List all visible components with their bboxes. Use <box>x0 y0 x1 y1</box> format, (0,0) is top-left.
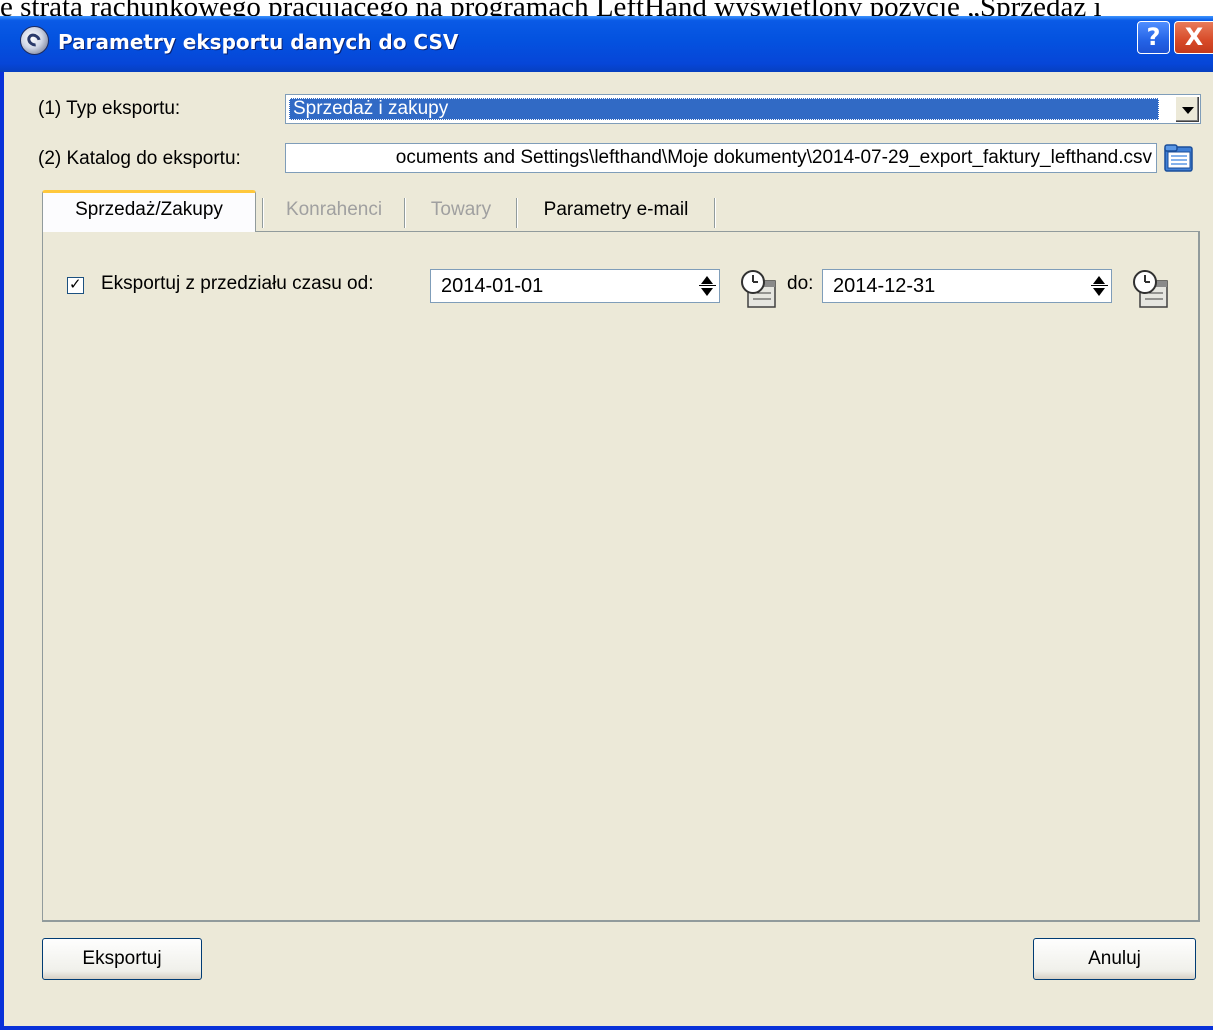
window-title: Parametry eksportu danych do CSV <box>58 30 459 54</box>
tab-contractors[interactable]: Konrahenci <box>264 194 404 230</box>
date-from-spinner[interactable] <box>699 273 717 300</box>
export-type-selected-value[interactable]: Sprzedaż i zakupy <box>289 98 1159 120</box>
tab-sales-purchases[interactable]: Sprzedaż/Zakupy <box>42 190 256 232</box>
app-logo-icon <box>20 26 49 55</box>
export-type-dropdown[interactable]: Sprzedaż i zakupy <box>285 94 1201 124</box>
calendar-clock-icon[interactable] <box>1131 269 1169 309</box>
date-from-field[interactable]: 2014-01-01 <box>430 269 720 303</box>
cancel-button[interactable]: Anuluj <box>1033 938 1196 980</box>
calendar-clock-icon[interactable] <box>739 269 777 309</box>
date-range-checkbox[interactable] <box>67 275 84 294</box>
date-to-label: do: <box>787 273 814 294</box>
close-button[interactable]: X <box>1174 21 1213 54</box>
help-button[interactable]: ? <box>1137 21 1170 54</box>
tab-divider <box>714 198 716 228</box>
window-border <box>0 1026 1213 1030</box>
chevron-down-icon[interactable] <box>1175 96 1199 122</box>
date-to-value: 2014-12-31 <box>833 275 936 297</box>
title-bar[interactable]: Parametry eksportu danych do CSV ? X <box>0 16 1213 72</box>
tab-email-parameters[interactable]: Parametry e-mail <box>518 194 714 230</box>
directory-path-text: ocuments and Settings\lefthand\Moje doku… <box>395 147 1152 168</box>
directory-path-input[interactable]: ocuments and Settings\lefthand\Moje doku… <box>285 143 1157 173</box>
export-button[interactable]: Eksportuj <box>42 938 202 980</box>
date-to-spinner[interactable] <box>1091 273 1109 300</box>
export-dialog-window: Parametry eksportu danych do CSV ? X (1)… <box>0 16 1213 1030</box>
export-type-label: (1) Typ eksportu: <box>38 98 181 119</box>
directory-label: (2) Katalog do eksportu: <box>38 148 241 169</box>
dialog-body: (1) Typ eksportu: Sprzedaż i zakupy (2) … <box>4 72 1213 1026</box>
sales-purchases-panel: Eksportuj z przedziału czasu od: 2014-01… <box>42 231 1200 922</box>
folder-open-icon[interactable] <box>1160 140 1197 176</box>
date-range-label: Eksportuj z przedziału czasu od: <box>101 273 374 294</box>
date-to-field[interactable]: 2014-12-31 <box>822 269 1112 303</box>
tab-goods[interactable]: Towary <box>406 194 516 230</box>
date-from-value: 2014-01-01 <box>441 275 544 297</box>
